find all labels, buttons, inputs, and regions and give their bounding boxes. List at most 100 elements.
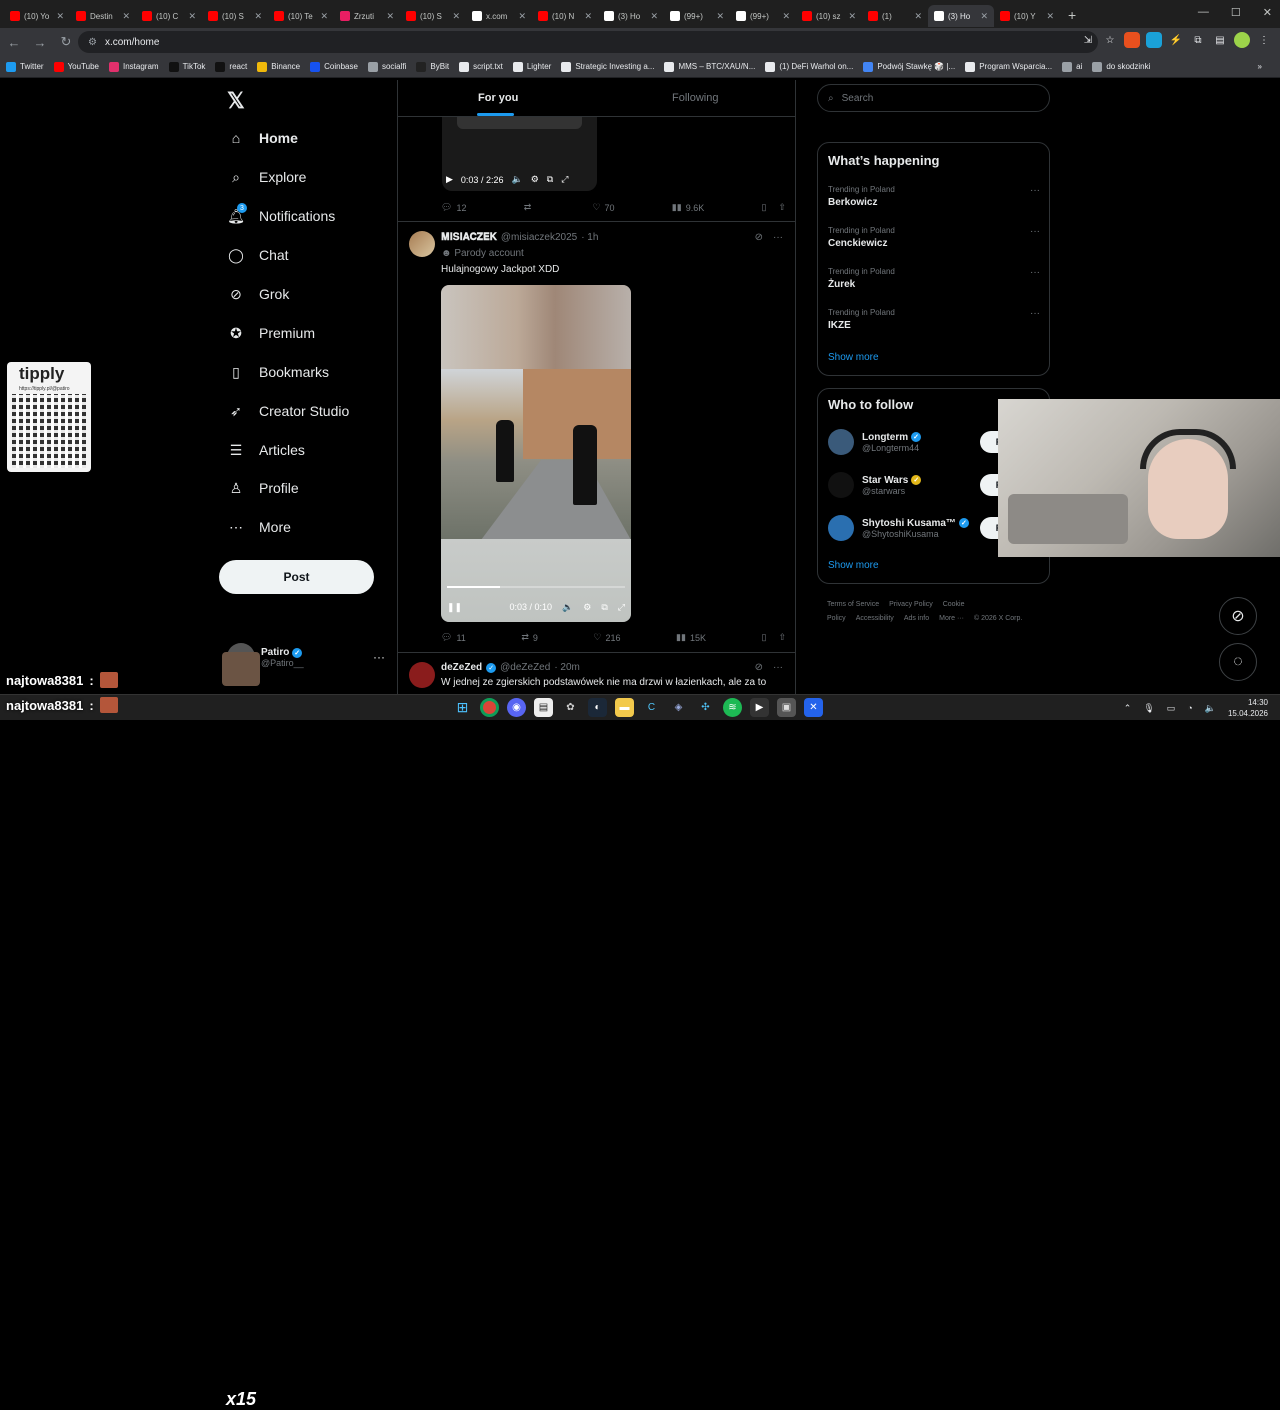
browser-tab[interactable]: (10) Te ✕ [268,5,334,27]
tab-close-icon[interactable]: ✕ [782,11,790,22]
tab-close-icon[interactable]: ✕ [980,11,988,22]
nav-item-grok[interactable]: ⊘ Grok [227,285,289,303]
tab-close-icon[interactable]: ✕ [518,11,526,22]
nav-item-profile[interactable]: ♙ Profile [227,479,299,497]
settings-icon[interactable]: ⚙ [531,174,539,185]
browser-tab[interactable]: x.com ✕ [466,5,532,27]
close-window-icon[interactable]: ✕ [1263,6,1272,19]
more-icon[interactable]: ··· [373,650,385,664]
tab-close-icon[interactable]: ✕ [188,11,196,22]
tab-close-icon[interactable]: ✕ [56,11,64,22]
more-icon[interactable]: ··· [1030,226,1040,237]
bookmark-item[interactable]: script.txt [459,61,503,72]
pip-icon[interactable]: ⧉ [547,174,553,185]
footer-link[interactable]: Accessibility [856,615,894,622]
reply-button[interactable]: 💬︎ 12 [441,202,466,213]
footer-link[interactable]: Ads info [904,615,929,622]
grok-icon[interactable]: ⊘ [755,662,763,673]
bookmarks-overflow-icon[interactable]: » [1258,62,1262,71]
address-bar[interactable]: ⚙ x.com/home [78,31,1098,53]
author-name[interactable]: deZeZed [441,662,482,673]
bookmark-item[interactable]: Instagram [109,61,159,72]
back-icon[interactable]: ← [2,35,26,50]
extension-icon[interactable] [1146,32,1162,48]
mute-icon[interactable]: 🔈 [511,174,522,185]
sidebar-icon[interactable]: ▤ [1212,32,1228,48]
tab-close-icon[interactable]: ✕ [122,11,130,22]
tab-for-you[interactable]: For you [478,92,518,104]
bookmark-item[interactable]: ai [1062,61,1082,72]
app-icon[interactable]: C [642,698,661,717]
share-icon[interactable]: ⇧ [778,202,786,213]
tweet-time[interactable]: · 1h [581,232,598,243]
browser-tab[interactable]: (10) C ✕ [136,5,202,27]
chevron-up-icon[interactable]: ⌃ [1124,703,1132,714]
browser-tab[interactable]: (99+) ✕ [730,5,796,27]
media-icon[interactable]: ▶ [750,698,769,717]
spotify-icon[interactable]: ≋ [723,698,742,717]
app-icon[interactable]: ▣ [777,698,796,717]
more-icon[interactable]: ··· [1030,267,1040,278]
trend-item[interactable]: Trending in Poland Cenckiewicz ··· [828,226,1040,249]
tab-close-icon[interactable]: ✕ [386,11,394,22]
tab-close-icon[interactable]: ✕ [1046,11,1054,22]
tab-following[interactable]: Following [672,92,718,104]
steam-icon[interactable]: ◐ [588,698,607,717]
app-icon[interactable]: ◈ [669,698,688,717]
browser-tab[interactable]: (99+) ✕ [664,5,730,27]
x-logo-icon[interactable]: 𝕏 [227,88,245,114]
bookmark-item[interactable]: Coinbase [310,61,358,72]
fullscreen-icon[interactable]: ⤢ [561,174,568,185]
bookmark-item[interactable]: Program Wsparcia... [965,61,1052,72]
tweet-video[interactable]: ❚❚ 0:03 / 0:10 🔈 ⚙ ⧉ ⤢ [441,285,631,622]
browser-tab[interactable]: (3) Ho ✕ [928,5,994,27]
nav-item-articles[interactable]: ☰ Articles [227,441,305,459]
site-info-icon[interactable]: ⚙ [88,37,97,48]
nav-item-premium[interactable]: ✪ Premium [227,324,315,342]
app-icon[interactable]: ✕ [804,698,823,717]
repost-button[interactable]: ⇄ 9 [521,632,538,643]
volume-icon[interactable]: 🔈 [1205,703,1216,714]
more-icon[interactable]: ··· [1030,185,1040,196]
previous-video[interactable]: ▶ 0:03 / 2:26 🔈 ⚙ ⧉ ⤢ [442,117,597,191]
browser-tab[interactable]: (3) Ho ✕ [598,5,664,27]
mute-icon[interactable]: 🔈 [562,602,573,613]
extension-icon[interactable] [1124,32,1140,48]
star-icon[interactable]: ☆ [1102,32,1118,48]
trend-item[interactable]: Trending in Poland Berkowicz ··· [828,185,1040,208]
app-icon[interactable]: ✣ [696,698,715,717]
new-tab-icon[interactable]: + [1068,7,1076,23]
wifi-icon[interactable]: ◔ [1187,703,1192,713]
notes-icon[interactable]: ▤ [534,698,553,717]
bookmark-icon[interactable]: ▯ [761,202,766,213]
tab-close-icon[interactable]: ✕ [914,11,922,22]
tweet-time[interactable]: · 20m [554,662,580,673]
tab-close-icon[interactable]: ✕ [254,11,262,22]
bookmark-icon[interactable]: ▯ [762,632,767,643]
share-icon[interactable]: ⇧ [778,632,786,643]
like-button[interactable]: ♡ 216 [593,632,620,643]
nav-item-notifications[interactable]: 🔔︎ 3 Notifications [227,203,335,225]
repost-button[interactable]: ⇄ [524,202,536,213]
nav-item-chat[interactable]: ◯ Chat [227,246,288,264]
menu-icon[interactable]: ⋮ [1256,32,1272,48]
bookmark-item[interactable]: react [215,61,247,72]
folder-icon[interactable]: ▬ [615,698,634,717]
grok-icon[interactable]: ⊘ [755,232,763,243]
minimize-icon[interactable]: — [1198,6,1209,19]
nav-item-home[interactable]: ⌂ Home [227,129,298,147]
browser-tab[interactable]: Destin ✕ [70,5,136,27]
show-more-link[interactable]: Show more [828,560,879,571]
openai-icon[interactable]: ✿ [561,698,580,717]
profile-avatar[interactable] [1234,32,1250,48]
nav-item-bookmarks[interactable]: ▯ Bookmarks [227,363,329,381]
fullscreen-icon[interactable]: ⤢ [618,602,625,613]
browser-tab[interactable]: (10) S ✕ [400,5,466,27]
more-icon[interactable]: ··· [773,232,783,243]
views-button[interactable]: ▮▮ 15K [676,632,706,643]
tab-close-icon[interactable]: ✕ [848,11,856,22]
tab-close-icon[interactable]: ✕ [320,11,328,22]
pip-icon[interactable]: ⧉ [601,602,607,613]
nav-item-creator-studio[interactable]: ➶ Creator Studio [227,402,349,420]
chrome-icon[interactable] [480,698,499,717]
